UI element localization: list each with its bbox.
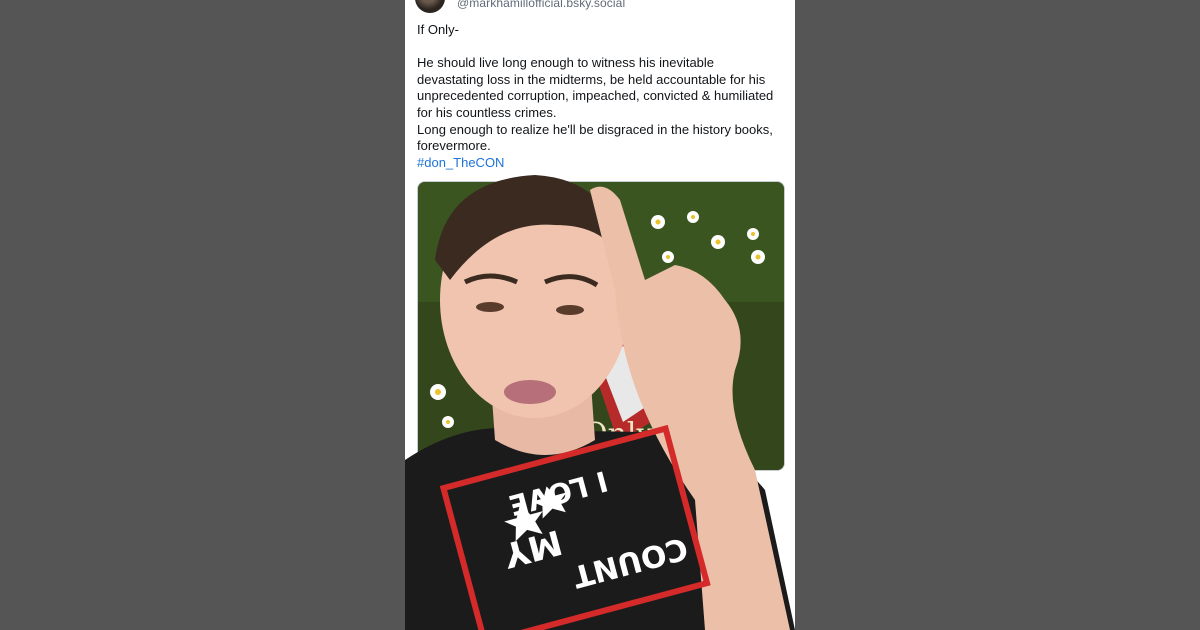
post-paragraph-2: Long enough to realize he'll be disgrace… xyxy=(417,121,773,154)
post-title-line: If Only- xyxy=(417,22,459,37)
avatar[interactable] xyxy=(415,0,445,13)
post-paragraph: He should live long enough to witness hi… xyxy=(417,55,774,120)
post-text: If Only- He should live long enough to w… xyxy=(417,22,783,171)
hashtag-link[interactable]: #don_TheCON xyxy=(417,155,504,170)
author-handle[interactable]: @markhamillofficial.bsky.social xyxy=(457,0,625,10)
post-header: @markhamillofficial.bsky.social xyxy=(415,0,625,14)
creator-video-overlay: I LOVE MY COUNT xyxy=(405,170,795,630)
